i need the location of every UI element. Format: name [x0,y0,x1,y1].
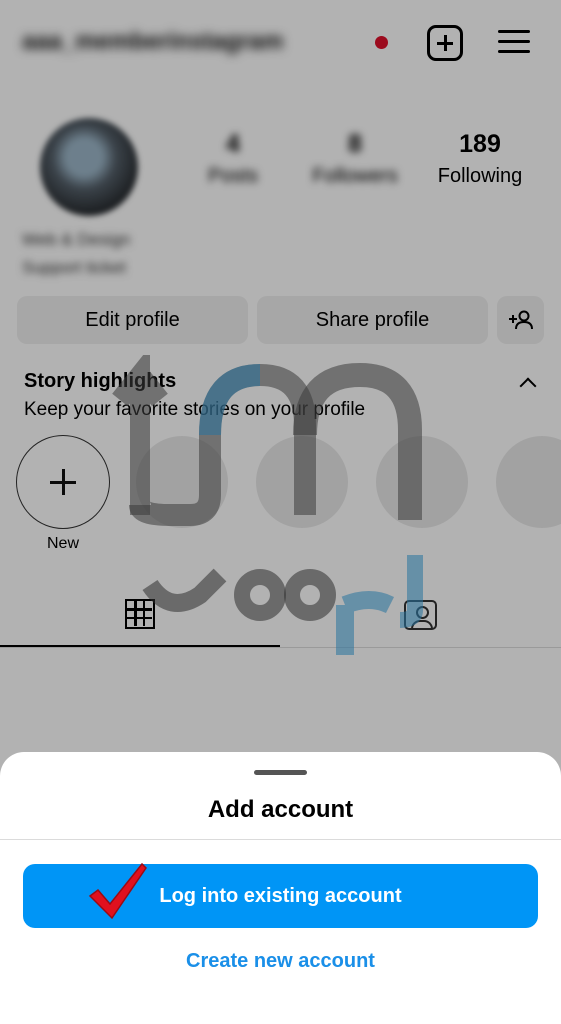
create-new-account-link[interactable]: Create new account [0,950,561,973]
add-account-sheet: Add account Log into existing account Cr… [0,752,561,1024]
nav-bar-peek [108,1014,138,1024]
sheet-drag-handle[interactable] [254,770,307,775]
sheet-divider [0,839,561,840]
checkmark-icon [88,862,147,920]
sheet-title: Add account [207,796,354,823]
